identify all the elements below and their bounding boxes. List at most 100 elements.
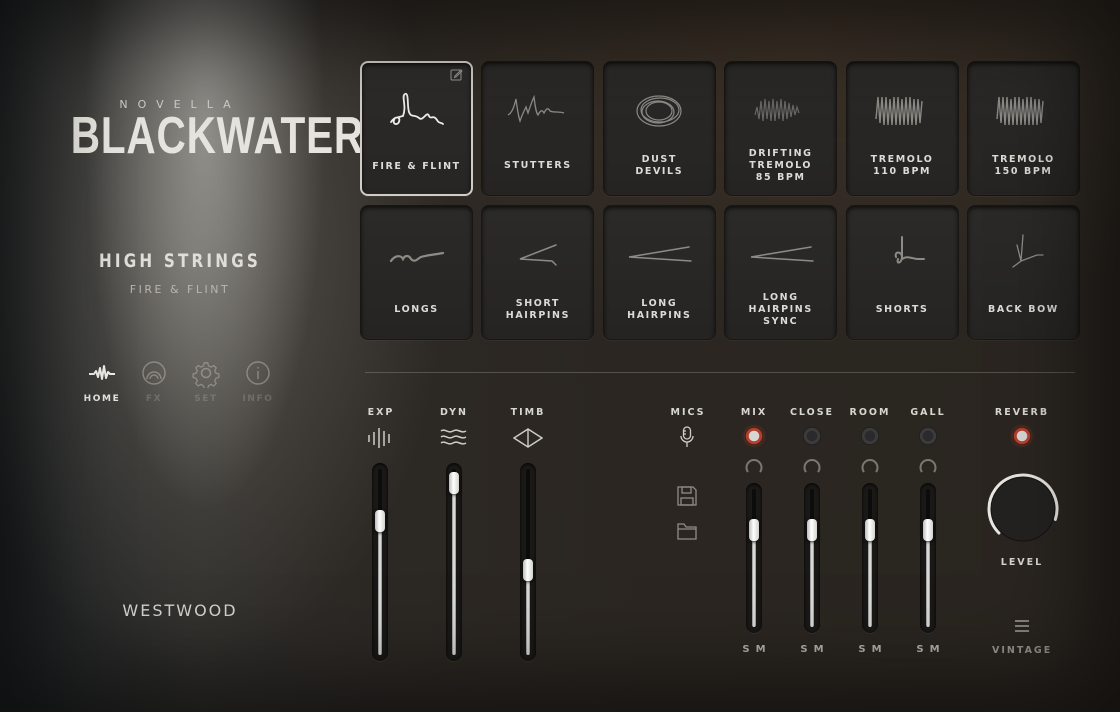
patch-title: HIGH STRINGS bbox=[98, 250, 262, 272]
longs-glyph-icon bbox=[361, 226, 472, 282]
mic-pan-knob[interactable] bbox=[918, 456, 938, 476]
edit-icon[interactable] bbox=[450, 68, 463, 81]
waveform-icon bbox=[89, 365, 115, 380]
fader-fill bbox=[810, 530, 814, 627]
articulation-label: LONG HAIRPINS SYNC bbox=[748, 292, 813, 327]
fader-thumb[interactable] bbox=[375, 510, 385, 532]
articulation-tile[interactable]: SHORTS bbox=[845, 205, 959, 340]
fader-fill bbox=[752, 530, 756, 627]
fader-thumb[interactable] bbox=[749, 519, 759, 542]
mics-label: MICS bbox=[670, 407, 706, 418]
articulation-tile[interactable]: TREMOLO 150 BPM bbox=[966, 61, 1080, 196]
articulation-tile[interactable]: SHORT HAIRPINS bbox=[481, 205, 595, 340]
nav-fx[interactable]: FX bbox=[128, 358, 180, 404]
stutter-glyph-icon bbox=[482, 82, 593, 138]
mic-pan-knob[interactable] bbox=[744, 456, 764, 476]
solo-button[interactable]: S bbox=[800, 644, 807, 655]
hairpin-long-glyph-icon bbox=[725, 226, 836, 282]
mic-level-fader[interactable] bbox=[862, 483, 878, 633]
nav-info[interactable]: INFO bbox=[232, 358, 284, 404]
fader-thumb[interactable] bbox=[449, 472, 459, 495]
mic-enable-toggle[interactable] bbox=[745, 427, 763, 445]
fader-thumb[interactable] bbox=[523, 559, 533, 582]
mute-button[interactable]: M bbox=[814, 644, 824, 655]
mic-channel-label: CLOSE bbox=[789, 407, 835, 418]
microphone-icon bbox=[680, 426, 694, 447]
maker-logo: WESTWOOD bbox=[122, 601, 238, 620]
articulation-label: DUST DEVILS bbox=[635, 154, 684, 177]
dyn-label: DYN bbox=[439, 407, 469, 418]
menu-icon[interactable] bbox=[1013, 619, 1031, 633]
fader-thumb[interactable] bbox=[923, 519, 933, 542]
mic-level-fader[interactable] bbox=[920, 483, 936, 633]
reverb-label: REVERB bbox=[994, 407, 1050, 418]
info-icon bbox=[246, 361, 270, 385]
articulation-tile[interactable]: STUTTERS bbox=[481, 61, 595, 196]
reverb-preset[interactable]: VINTAGE bbox=[992, 645, 1052, 656]
solo-mute: SM bbox=[734, 644, 774, 655]
articulation-label: LONG HAIRPINS bbox=[627, 298, 692, 321]
mute-button[interactable]: M bbox=[756, 644, 766, 655]
patch-subtitle: FIRE & FLINT bbox=[129, 283, 231, 296]
timb-label: TIMB bbox=[510, 407, 546, 418]
articulation-tile[interactable]: DRIFTING TREMOLO 85 BPM bbox=[724, 61, 838, 196]
mic-pan-knob[interactable] bbox=[802, 456, 822, 476]
folder-icon[interactable] bbox=[676, 520, 698, 542]
solo-mute: SM bbox=[792, 644, 832, 655]
tremolo-glyph-icon bbox=[968, 82, 1079, 138]
dyn-fader[interactable] bbox=[446, 463, 462, 661]
nav-home-label: HOME bbox=[83, 394, 121, 404]
nav-set-label: SET bbox=[194, 394, 218, 404]
mic-enable-toggle[interactable] bbox=[919, 427, 937, 445]
solo-button[interactable]: S bbox=[916, 644, 923, 655]
exp-label: EXP bbox=[367, 407, 395, 418]
articulation-tile[interactable]: FIRE & FLINT bbox=[360, 61, 473, 196]
mic-level-fader[interactable] bbox=[746, 483, 762, 633]
squiggle-glyph-icon bbox=[362, 83, 471, 139]
articulation-label: DRIFTING TREMOLO 85 BPM bbox=[748, 148, 813, 183]
articulation-tile[interactable]: LONG HAIRPINS SYNC bbox=[724, 205, 838, 340]
fader-fill bbox=[526, 570, 530, 655]
fader-fill bbox=[378, 521, 382, 655]
hairpin-short-glyph-icon bbox=[482, 226, 593, 282]
mute-button[interactable]: M bbox=[930, 644, 940, 655]
articulation-label: TREMOLO 150 BPM bbox=[992, 154, 1055, 177]
mute-button[interactable]: M bbox=[872, 644, 882, 655]
mic-channel-label: MIX bbox=[740, 407, 768, 418]
expression-bars-icon bbox=[368, 428, 390, 448]
articulation-tile[interactable]: LONG HAIRPINS bbox=[602, 205, 716, 340]
mic-pan-knob[interactable] bbox=[860, 456, 880, 476]
mic-channel-label: ROOM bbox=[849, 407, 891, 418]
tremolo-glyph-icon bbox=[847, 82, 958, 138]
solo-button[interactable]: S bbox=[742, 644, 749, 655]
nav-set[interactable]: SET bbox=[180, 358, 232, 404]
articulation-label: FIRE & FLINT bbox=[372, 161, 461, 172]
articulation-tile[interactable]: TREMOLO 110 BPM bbox=[845, 61, 959, 196]
fader-thumb[interactable] bbox=[807, 519, 817, 542]
fader-fill bbox=[868, 530, 872, 627]
mic-channel-label: GALL bbox=[910, 407, 946, 418]
dynamics-waves-icon bbox=[440, 429, 467, 445]
articulation-label: SHORTS bbox=[875, 304, 929, 315]
nav-home[interactable]: HOME bbox=[76, 358, 128, 404]
reverb-enable-toggle[interactable] bbox=[1013, 427, 1031, 445]
articulation-label: TREMOLO 110 BPM bbox=[870, 154, 934, 177]
exp-fader[interactable] bbox=[372, 463, 388, 661]
fader-thumb[interactable] bbox=[865, 519, 875, 542]
articulation-tile[interactable]: BACK BOW bbox=[966, 205, 1080, 340]
circles-glyph-icon bbox=[604, 82, 715, 138]
fader-fill bbox=[452, 483, 456, 655]
reverb-level-knob[interactable] bbox=[985, 471, 1061, 547]
mic-enable-toggle[interactable] bbox=[861, 427, 879, 445]
solo-button[interactable]: S bbox=[858, 644, 865, 655]
save-preset-icon[interactable] bbox=[676, 485, 698, 507]
articulation-tile[interactable]: DUST DEVILS bbox=[602, 61, 716, 196]
articulation-label: SHORT HAIRPINS bbox=[505, 298, 571, 321]
mic-enable-toggle[interactable] bbox=[803, 427, 821, 445]
mic-level-fader[interactable] bbox=[804, 483, 820, 633]
hairpin-long-glyph-icon bbox=[604, 226, 715, 282]
articulation-tile[interactable]: LONGS bbox=[360, 205, 473, 340]
articulation-label: STUTTERS bbox=[504, 160, 572, 171]
timb-fader[interactable] bbox=[520, 463, 536, 661]
brand-title: BLACKWATER bbox=[70, 107, 364, 165]
